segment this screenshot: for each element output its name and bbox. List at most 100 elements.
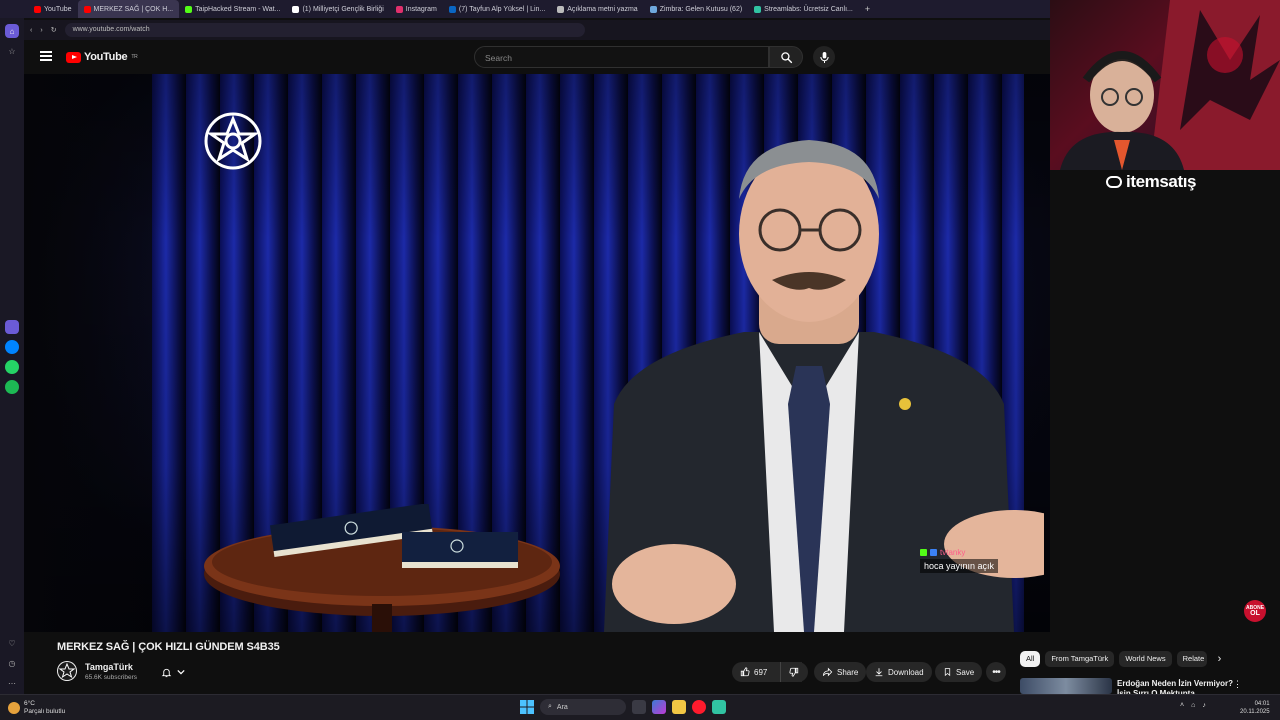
browser-tab[interactable]: Açıklama metni yazma [551, 0, 643, 18]
address-bar: ‹ › ↻ www.youtube.com/watch [24, 20, 1050, 40]
tab-favicon-icon [292, 5, 300, 13]
heart-icon[interactable]: ♡ [5, 636, 19, 650]
thumbs-down-icon [789, 667, 799, 677]
taskbar-search-label: Ara [556, 703, 568, 711]
streamlabs-icon[interactable] [712, 700, 726, 714]
subscriber-count: 65.6K subscribers [85, 674, 138, 681]
download-icon [875, 668, 883, 677]
chat-user-row: tvtanky [920, 548, 998, 557]
more-icon[interactable]: ⋯ [5, 676, 19, 690]
tab-label: MERKEZ SAĞ | ÇOK H... [93, 5, 174, 13]
table-with-books [204, 504, 560, 632]
file-explorer-icon[interactable] [672, 700, 686, 714]
chip-all[interactable]: All [1020, 651, 1041, 667]
channel-logo-icon [58, 662, 76, 680]
opera-icon[interactable] [692, 700, 706, 714]
app-icon[interactable] [5, 320, 19, 334]
youtube-logo[interactable]: YouTube TR [66, 51, 138, 63]
video-player[interactable]: tvtanky hoca yayının açık [24, 74, 1050, 632]
url-field[interactable]: www.youtube.com/watch [64, 23, 585, 37]
channel-watermark-icon [204, 112, 262, 170]
save-button[interactable]: Save [935, 662, 983, 682]
more-horizontal-icon: ••• [992, 666, 1000, 678]
channel-avatar[interactable] [57, 661, 77, 681]
copilot-icon[interactable] [652, 700, 666, 714]
speaker-icon[interactable]: ♪ [1202, 702, 1206, 709]
tab-favicon-icon [557, 5, 565, 13]
stream-overlay-panel: itemsatış ABONE OL [1050, 0, 1280, 694]
back-icon[interactable]: ‹ [30, 27, 32, 34]
tab-label: Açıklama metni yazma [567, 5, 638, 13]
tab-label: TaipHacked Stream - Wat... [195, 5, 281, 13]
browser-tab[interactable]: TaipHacked Stream - Wat... [179, 0, 286, 18]
browser-tab[interactable]: MERKEZ SAĞ | ÇOK H... [77, 0, 180, 18]
tab-label: YouTube [44, 5, 72, 13]
tab-label: (7) Tayfun Alp Yüksel | Lin... [458, 5, 546, 13]
search-icon: ⌕ [548, 703, 552, 710]
clock-date: 20.11.2025 [1240, 709, 1270, 715]
share-button[interactable]: Share [814, 662, 867, 682]
tab-favicon-icon [649, 5, 657, 13]
browser-tab[interactable]: Instagram [390, 0, 443, 18]
channel-name[interactable]: TamgaTürk [85, 662, 133, 672]
recommendation-thumbnail[interactable] [1020, 678, 1112, 694]
sponsor-logo: itemsatış [1106, 170, 1197, 194]
thumbs-up-icon [740, 667, 750, 677]
taskbar-clock[interactable]: 04:01 20.11.2025 [1240, 700, 1270, 716]
platform-badge-icon [930, 549, 937, 556]
search-icon [780, 51, 792, 63]
sponsor-ring-icon [1106, 176, 1122, 188]
taskbar-search[interactable]: ⌕ Ara [540, 699, 626, 715]
more-actions-button[interactable]: ••• [986, 662, 1006, 682]
tab-favicon-icon [448, 5, 456, 13]
chevron-right-icon[interactable]: › [1218, 653, 1222, 665]
browser-tab[interactable]: YouTube [28, 0, 78, 18]
new-tab-button[interactable]: + [859, 4, 876, 14]
stream-chat-overlay: tvtanky hoca yayının açık [920, 548, 999, 573]
windows-start-icon[interactable] [520, 700, 534, 714]
kick-badge-icon [920, 549, 927, 556]
chip-world-news[interactable]: World News [1119, 651, 1172, 667]
browser-tab[interactable]: (1) Milliyetçi Gençlik Birliği [286, 0, 389, 18]
network-icon[interactable]: ⌂ [1191, 702, 1195, 709]
hamburger-menu-icon[interactable] [40, 51, 52, 61]
youtube-logo-text: YouTube [84, 51, 128, 63]
chevron-up-icon[interactable]: ˄ [1180, 702, 1184, 709]
system-tray: ˄ ⌂ ♪ [1180, 702, 1206, 709]
weather-widget[interactable]: 6°C Parçalı bulutlu [8, 700, 65, 716]
share-icon [822, 667, 833, 677]
star-icon[interactable]: ☆ [5, 44, 19, 58]
tab-label: (1) Milliyetçi Gençlik Birliği [302, 5, 384, 13]
recommendation-title[interactable]: Erdoğan Neden İzin Vermiyor? İşin Sırrı … [1117, 679, 1235, 695]
search-button[interactable] [769, 46, 803, 68]
more-vertical-icon[interactable]: ⋮ [1233, 679, 1242, 690]
messenger-icon[interactable] [5, 340, 19, 354]
browser-tab[interactable]: (7) Tayfun Alp Yüksel | Lin... [443, 0, 551, 18]
spotify-icon[interactable] [5, 380, 19, 394]
history-icon[interactable]: ◷ [5, 656, 19, 670]
chip-related[interactable]: Relate [1176, 651, 1207, 667]
tab-label: Zimbra: Gelen Kutusu (62) [659, 5, 743, 13]
notification-button[interactable] [152, 662, 194, 682]
chat-message: hoca yayının açık [920, 559, 999, 573]
tab-label: Instagram [405, 5, 437, 13]
search-input[interactable]: Search [474, 46, 769, 68]
subscribe-line2: OL [1250, 610, 1260, 617]
browser-tab[interactable]: Streamlabs: Ücretsiz Canlı... [748, 0, 859, 18]
bookmark-icon [944, 668, 951, 677]
browser-tab-strip: YouTube MERKEZ SAĞ | ÇOK H... TaipHacked S… [0, 0, 1050, 18]
home-icon[interactable]: ⌂ [5, 24, 19, 38]
voice-search-button[interactable] [813, 46, 835, 68]
task-view-icon[interactable] [632, 700, 646, 714]
chip-from-channel[interactable]: From TamgaTürk [1045, 651, 1115, 667]
windows-taskbar: 6°C Parçalı bulutlu ⌕ Ara ˄ ⌂ ♪ 04:01 20… [0, 694, 1280, 720]
whatsapp-icon[interactable] [5, 360, 19, 374]
sponsor-text: itemsatış [1126, 172, 1197, 191]
dislike-button[interactable] [780, 662, 808, 682]
forward-icon[interactable]: › [40, 27, 42, 34]
video-title: MERKEZ SAĞ | ÇOK HIZLI GÜNDEM S4B35 [57, 641, 280, 653]
download-button[interactable]: Download [866, 662, 932, 682]
reload-icon[interactable]: ↻ [51, 26, 57, 34]
microphone-icon [819, 51, 829, 63]
browser-tab[interactable]: Zimbra: Gelen Kutusu (62) [644, 0, 748, 18]
